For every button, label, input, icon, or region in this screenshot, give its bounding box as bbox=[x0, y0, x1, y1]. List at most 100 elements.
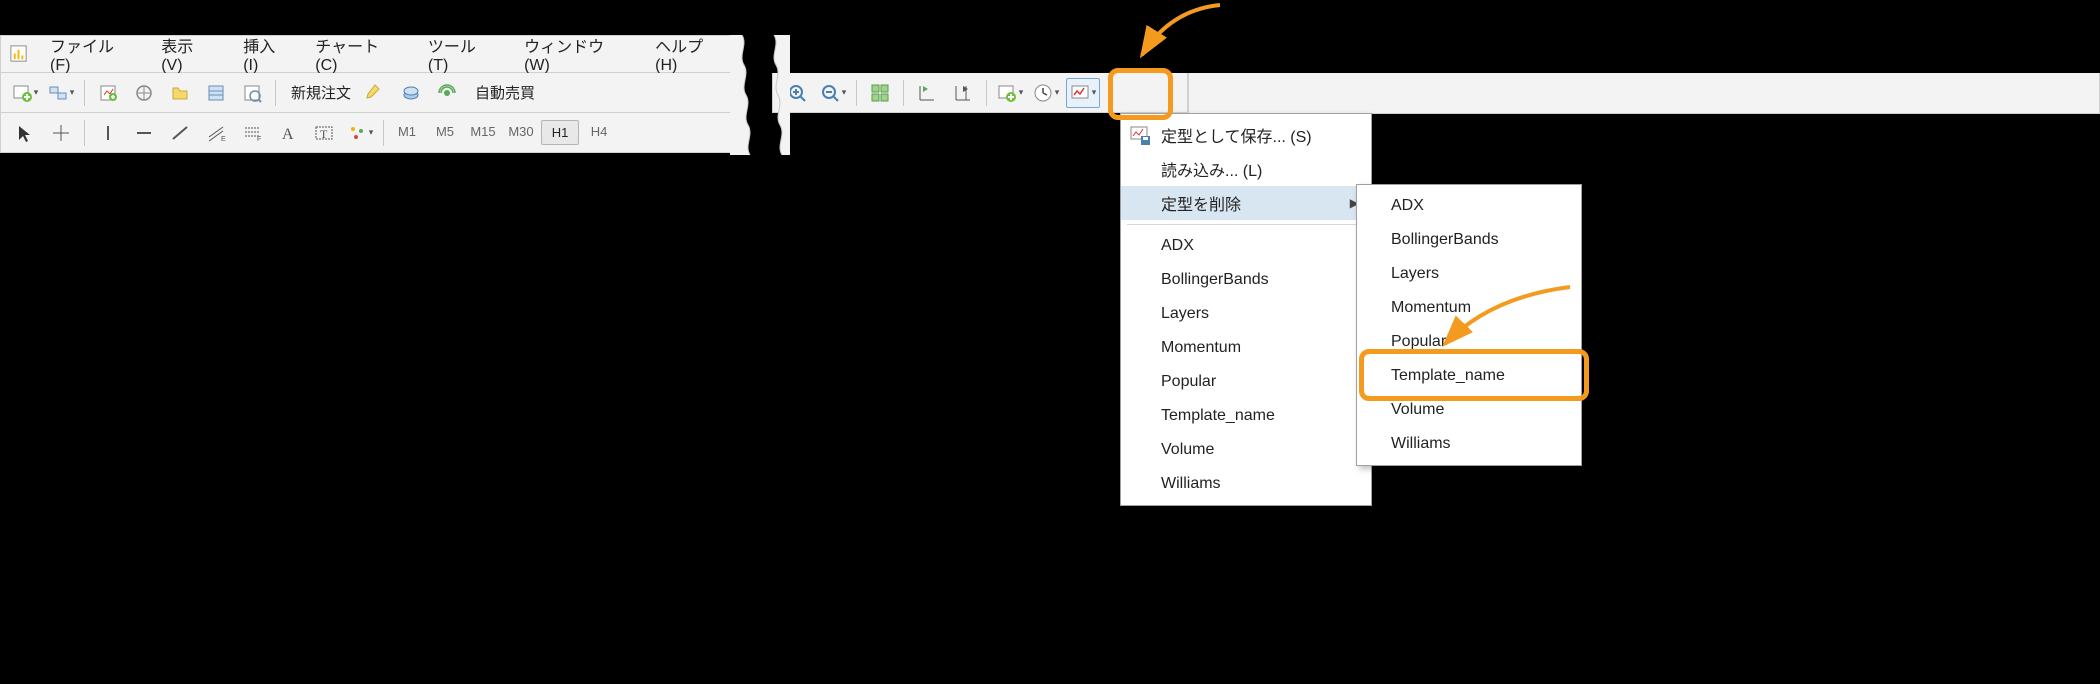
menu-item[interactable]: ファイル (F) bbox=[36, 36, 147, 72]
blank-icon bbox=[1129, 235, 1151, 257]
text-button[interactable]: A bbox=[272, 119, 304, 147]
menu-item[interactable]: チャート (C) bbox=[301, 36, 414, 72]
blank-icon bbox=[1129, 337, 1151, 359]
templates-dropdown: 定型として保存... (S) 読み込み... (L) 定型を削除 ▶ ADX Bo… bbox=[1120, 113, 1372, 506]
separator bbox=[383, 120, 384, 146]
menu-item[interactable]: 挿入(I) bbox=[229, 36, 301, 72]
profiles-button[interactable] bbox=[45, 79, 77, 107]
separator bbox=[903, 80, 904, 106]
separator bbox=[986, 80, 987, 106]
menu-separator bbox=[1127, 224, 1365, 225]
delete-template-subitem[interactable]: Volume bbox=[1357, 393, 1581, 427]
delete-template-subitem[interactable]: Template_name bbox=[1357, 359, 1581, 393]
svg-text:T: T bbox=[320, 127, 328, 141]
fibonacci-button[interactable]: F bbox=[236, 119, 268, 147]
arrows-button[interactable] bbox=[344, 119, 376, 147]
delete-template-item[interactable]: 定型を削除 ▶ bbox=[1121, 186, 1371, 220]
chart-shift-button[interactable] bbox=[911, 79, 943, 107]
tile-windows-button[interactable] bbox=[864, 79, 896, 107]
horizontal-line-button[interactable] bbox=[128, 119, 160, 147]
indicators-button[interactable] bbox=[994, 79, 1026, 107]
blank-icon bbox=[1129, 371, 1151, 393]
delete-template-subitem[interactable]: ADX bbox=[1357, 189, 1581, 223]
template-item-label: Volume bbox=[1161, 441, 1359, 459]
options-button[interactable] bbox=[395, 79, 427, 107]
signals-button[interactable] bbox=[431, 79, 463, 107]
svg-text:A: A bbox=[282, 126, 294, 143]
template-item[interactable]: Volume bbox=[1121, 433, 1371, 467]
vertical-line-button[interactable] bbox=[92, 119, 124, 147]
market-watch-button[interactable] bbox=[92, 79, 124, 107]
timeframe-m5[interactable]: M5 bbox=[427, 120, 463, 145]
template-item[interactable]: ADX bbox=[1121, 229, 1371, 263]
app-window: ファイル (F)表示 (V)挿入(I)チャート (C)ツール (T)ウィンドウ … bbox=[0, 0, 2100, 200]
toolbar-row-2: E F A T M1M5M15M30H1H4 bbox=[0, 113, 740, 153]
menu-item[interactable]: ツール (T) bbox=[414, 36, 510, 72]
separator bbox=[84, 120, 85, 146]
svg-text:F: F bbox=[257, 136, 261, 143]
blank-icon bbox=[1129, 405, 1151, 427]
strategy-tester-button[interactable] bbox=[236, 79, 268, 107]
template-item[interactable]: Layers bbox=[1121, 297, 1371, 331]
template-item[interactable]: Williams bbox=[1121, 467, 1371, 501]
equidistant-channel-button[interactable]: E bbox=[200, 119, 232, 147]
menu-item[interactable]: ウィンドウ (W) bbox=[510, 36, 641, 72]
template-item[interactable]: BollingerBands bbox=[1121, 263, 1371, 297]
timeframe-m30[interactable]: M30 bbox=[503, 120, 539, 145]
save-template-label: 定型として保存... (S) bbox=[1161, 123, 1359, 147]
load-template-item[interactable]: 読み込み... (L) bbox=[1121, 152, 1371, 186]
menu-item[interactable]: 表示 (V) bbox=[147, 36, 229, 72]
blank-icon bbox=[1129, 439, 1151, 461]
timeframe-h4[interactable]: H4 bbox=[581, 120, 617, 145]
toolbar-row-1-left: 新規注文 自動売買 bbox=[0, 73, 740, 113]
load-template-label: 読み込み... (L) bbox=[1161, 157, 1359, 181]
timeframes: M1M5M15M30H1H4 bbox=[389, 120, 617, 145]
template-item-label: Williams bbox=[1161, 475, 1359, 493]
template-item[interactable]: Momentum bbox=[1121, 331, 1371, 365]
text-label-button[interactable]: T bbox=[308, 119, 340, 147]
blank-icon bbox=[1129, 192, 1151, 214]
separator bbox=[275, 80, 276, 106]
navigator-button[interactable] bbox=[164, 79, 196, 107]
blank-icon bbox=[1129, 473, 1151, 495]
new-chart-button[interactable] bbox=[9, 79, 41, 107]
menu-item[interactable]: ヘルプ (H) bbox=[641, 36, 739, 72]
data-window-button[interactable] bbox=[128, 79, 160, 107]
template-item-label: BollingerBands bbox=[1161, 271, 1359, 289]
delete-template-subitem[interactable]: BollingerBands bbox=[1357, 223, 1581, 257]
template-item-label: Momentum bbox=[1161, 339, 1359, 357]
zoom-in-button[interactable] bbox=[781, 79, 813, 107]
crosshair-button[interactable] bbox=[45, 119, 77, 147]
save-template-item[interactable]: 定型として保存... (S) bbox=[1121, 118, 1371, 152]
toolbar-right-strip bbox=[1188, 73, 2100, 114]
menu-bar-items: ファイル (F)表示 (V)挿入(I)チャート (C)ツール (T)ウィンドウ … bbox=[36, 36, 739, 72]
templates-button[interactable] bbox=[1066, 78, 1100, 108]
delete-template-subitem[interactable]: Momentum bbox=[1357, 291, 1581, 325]
autotrading-label: 自動売買 bbox=[475, 82, 535, 103]
separator bbox=[84, 80, 85, 106]
template-item[interactable]: Popular bbox=[1121, 365, 1371, 399]
trendline-button[interactable] bbox=[164, 119, 196, 147]
auto-scroll-button[interactable] bbox=[947, 79, 979, 107]
zoom-out-button[interactable] bbox=[817, 79, 849, 107]
delete-template-subitem[interactable]: Williams bbox=[1357, 427, 1581, 461]
annotation-arrow-1 bbox=[1120, 0, 1240, 70]
terminal-button[interactable] bbox=[200, 79, 232, 107]
timeframe-m15[interactable]: M15 bbox=[465, 120, 501, 145]
cursor-button[interactable] bbox=[9, 119, 41, 147]
autotrading-button[interactable]: 自動売買 bbox=[465, 79, 541, 107]
timeframe-h1[interactable]: H1 bbox=[541, 120, 579, 145]
svg-text:E: E bbox=[221, 136, 226, 143]
delete-template-subitem[interactable]: Layers bbox=[1357, 257, 1581, 291]
timeframe-m1[interactable]: M1 bbox=[389, 120, 425, 145]
metaeditor-button[interactable] bbox=[359, 79, 391, 107]
blank-icon bbox=[1129, 269, 1151, 291]
new-order-label: 新規注文 bbox=[291, 82, 351, 103]
menu-bar: ファイル (F)表示 (V)挿入(I)チャート (C)ツール (T)ウィンドウ … bbox=[0, 35, 740, 73]
template-item[interactable]: Template_name bbox=[1121, 399, 1371, 433]
delete-template-label: 定型を削除 bbox=[1161, 191, 1350, 215]
new-order-button[interactable]: 新規注文 bbox=[281, 79, 357, 107]
delete-template-submenu: ADXBollingerBandsLayersMomentumPopularTe… bbox=[1356, 184, 1582, 466]
delete-template-subitem[interactable]: Popular bbox=[1357, 325, 1581, 359]
periodicity-button[interactable] bbox=[1030, 79, 1062, 107]
